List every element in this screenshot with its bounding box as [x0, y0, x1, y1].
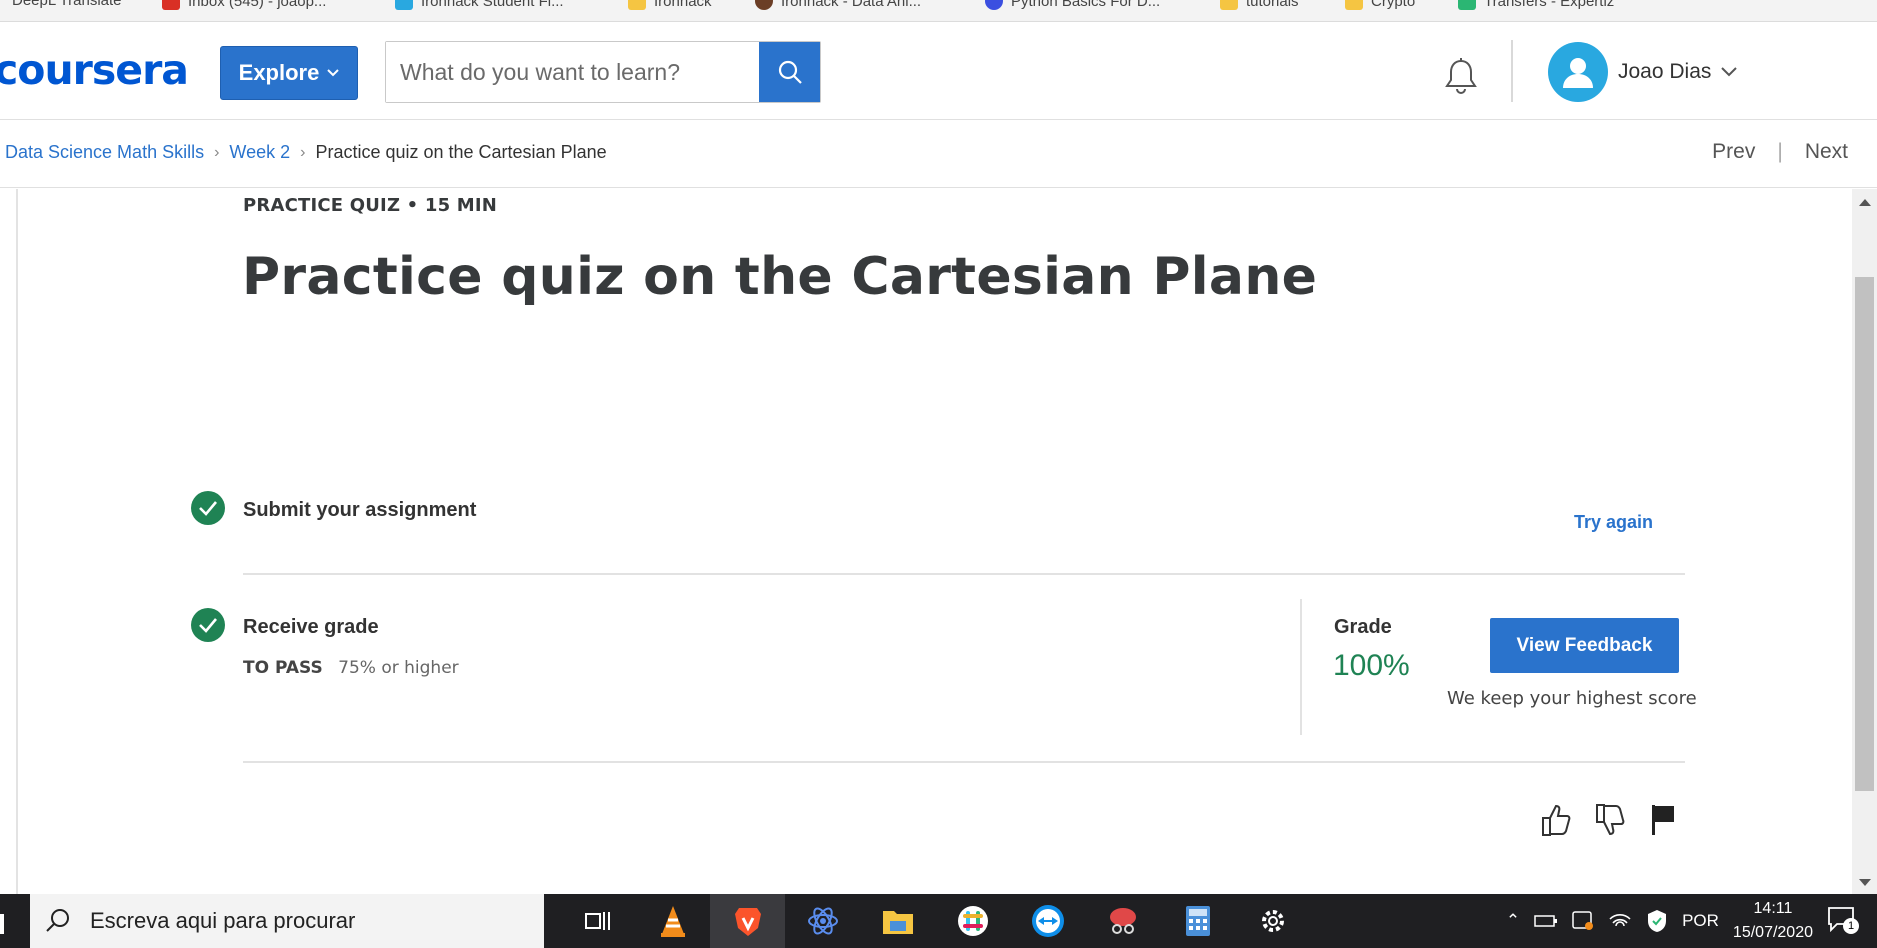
file-explorer-icon[interactable] — [860, 894, 935, 948]
task-view-icon[interactable] — [560, 894, 635, 948]
search-icon — [46, 909, 69, 932]
user-icon — [1563, 58, 1593, 88]
snipping-tool-icon[interactable] — [1085, 894, 1160, 948]
next-link[interactable]: Next — [1805, 140, 1848, 164]
search-input[interactable] — [386, 42, 759, 102]
receive-grade-label: Receive grade — [243, 616, 379, 638]
chevron-right-icon: › — [300, 143, 306, 161]
header-divider — [1511, 40, 1513, 102]
settings-gear-icon[interactable] — [1235, 894, 1310, 948]
coursera-logo[interactable]: coursera — [0, 46, 189, 94]
scroll-thumb[interactable] — [1855, 277, 1874, 791]
breadcrumb-week[interactable]: Week 2 — [229, 142, 290, 163]
bell-icon — [1445, 58, 1477, 94]
check-icon — [191, 491, 225, 525]
clock-time: 14:11 — [1753, 900, 1793, 917]
teamviewer-icon[interactable] — [1010, 894, 1085, 948]
highest-score-note: We keep your highest score — [1447, 688, 1697, 709]
bookmark-item[interactable]: Python Basics For D... — [985, 0, 1160, 10]
search-bar — [385, 41, 821, 103]
submit-assignment-label: Submit your assignment — [243, 499, 477, 521]
chevron-up-icon[interactable]: ⌃ — [1506, 911, 1520, 931]
bookmark-item[interactable]: Crypto — [1345, 0, 1415, 10]
taskbar-apps — [560, 894, 1310, 948]
notification-badge: 1 — [1843, 917, 1859, 934]
to-pass-label: TO PASS — [243, 658, 323, 678]
check-icon — [191, 608, 225, 642]
calculator-icon[interactable] — [1160, 894, 1235, 948]
nav-separator: | — [1777, 140, 1783, 163]
language-indicator[interactable]: POR — [1682, 911, 1719, 931]
taskbar: Escreva aqui para procurar ⌃ POR 14:11 1… — [0, 894, 1877, 948]
bookmark-item[interactable]: Ironhack - Data Anl... — [755, 0, 921, 10]
chevron-right-icon: › — [214, 143, 220, 161]
breadcrumb-current: Practice quiz on the Cartesian Plane — [315, 142, 607, 162]
shield-icon[interactable] — [1646, 909, 1668, 933]
to-pass-value: 75% or higher — [338, 658, 459, 678]
explore-button[interactable]: Explore — [220, 46, 358, 100]
user-name: Joao Dias — [1618, 60, 1712, 83]
notifications-button[interactable] — [1441, 56, 1481, 101]
wifi-icon[interactable] — [1608, 911, 1632, 931]
site-header: coursera Explore Joao Dias — [0, 22, 1877, 120]
view-feedback-button[interactable]: View Feedback — [1490, 618, 1679, 673]
taskbar-search[interactable]: Escreva aqui para procurar — [30, 894, 544, 948]
scroll-down-arrow[interactable] — [1859, 879, 1871, 886]
grade-label: Grade — [1334, 616, 1392, 638]
bookmark-item[interactable]: Inbox (545) - joaop... — [162, 0, 326, 10]
breadcrumb-bar: Data Science Math Skills › Week 2 › Prac… — [0, 120, 1877, 188]
avatar[interactable] — [1548, 42, 1608, 102]
bookmark-item[interactable]: Ironhack — [628, 0, 712, 10]
prev-link[interactable]: Prev — [1712, 140, 1755, 164]
clock-date: 15/07/2020 — [1732, 924, 1813, 941]
bookmark-item[interactable]: Transfers - Expertiz — [1458, 0, 1614, 10]
bookmark-item[interactable]: tutorials — [1220, 0, 1299, 10]
try-again-link[interactable]: Try again — [1574, 512, 1653, 533]
vlc-icon[interactable] — [635, 894, 710, 948]
bookmarks-bar: DeepL Translate Inbox (545) - joaop... I… — [0, 0, 1877, 22]
vertical-scrollbar[interactable] — [1852, 189, 1877, 894]
explore-label: Explore — [238, 60, 320, 85]
divider — [243, 761, 1685, 763]
system-tray: ⌃ POR 14:11 15/07/2020 1 — [1506, 894, 1877, 948]
brave-browser-icon[interactable] — [710, 894, 785, 948]
slack-icon[interactable] — [935, 894, 1010, 948]
feedback-actions — [1541, 803, 1677, 837]
flag-icon[interactable] — [1649, 803, 1677, 837]
page-title: Practice quiz on the Cartesian Plane — [242, 247, 1318, 307]
grade-divider — [1300, 599, 1302, 735]
breadcrumb: Data Science Math Skills › Week 2 › Prac… — [5, 142, 607, 163]
breadcrumb-course[interactable]: Data Science Math Skills — [5, 142, 204, 163]
grade-value: 100% — [1333, 649, 1410, 682]
bookmark-item[interactable]: DeepL Translate — [12, 0, 122, 9]
start-edge — [0, 914, 4, 934]
sync-icon[interactable] — [1572, 911, 1594, 931]
divider — [243, 573, 1685, 575]
to-pass-info: TO PASS 75% or higher — [243, 658, 459, 678]
taskbar-search-placeholder: Escreva aqui para procurar — [90, 908, 356, 933]
clock[interactable]: 14:11 15/07/2020 — [1733, 897, 1813, 945]
left-border — [16, 189, 18, 894]
scroll-up-arrow[interactable] — [1859, 199, 1871, 206]
atom-icon[interactable] — [785, 894, 860, 948]
prev-next-nav: Prev | Next — [1712, 140, 1848, 164]
chevron-down-icon — [1721, 67, 1738, 77]
user-menu[interactable]: Joao Dias — [1618, 60, 1738, 84]
notification-center[interactable]: 1 — [1827, 906, 1867, 937]
thumbs-up-icon[interactable] — [1541, 803, 1573, 837]
search-button[interactable] — [759, 42, 820, 102]
chevron-down-icon — [327, 69, 340, 77]
main-content: PRACTICE QUIZ • 15 MIN Practice quiz on … — [0, 189, 1877, 894]
bookmark-item[interactable]: Ironhack Student Fi... — [395, 0, 564, 10]
battery-icon[interactable] — [1534, 914, 1558, 928]
thumbs-down-icon[interactable] — [1595, 803, 1627, 837]
quiz-kicker: PRACTICE QUIZ • 15 MIN — [243, 195, 498, 216]
search-icon — [778, 60, 802, 84]
